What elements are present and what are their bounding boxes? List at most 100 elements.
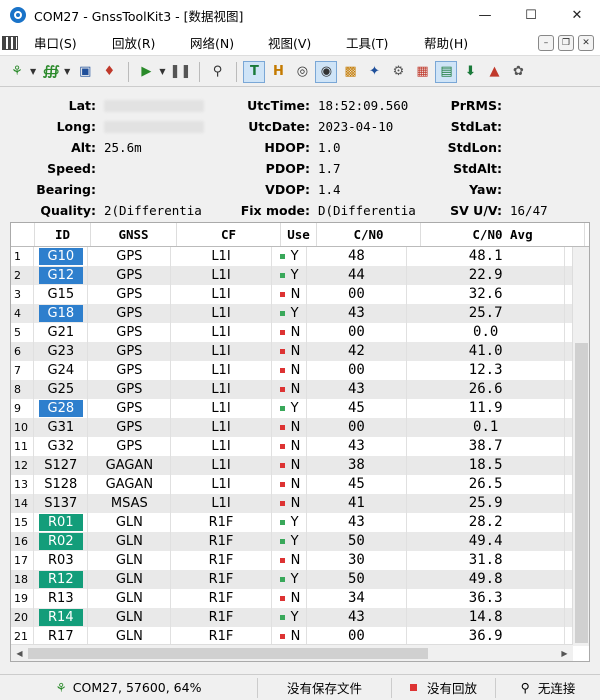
use-cell: Y	[272, 304, 307, 323]
utcdate-label: UtcDate:	[248, 119, 310, 134]
utcdate-value: 2023-04-10	[318, 119, 394, 134]
mdi-restore-button[interactable]: ❐	[558, 34, 574, 51]
horizontal-scrollbar[interactable]: ◀ ▶	[11, 644, 573, 661]
table-row[interactable]: 11 G32 GPS L1I N 43 38.7	[11, 437, 574, 456]
table-header: ID GNSS CF Use C/N0 C/N0 Avg	[11, 223, 589, 247]
document-icon[interactable]	[2, 35, 18, 50]
hex-view-icon[interactable]: H	[267, 61, 289, 83]
pause-icon[interactable]: ❚❚	[169, 61, 192, 83]
table-row[interactable]: 18 R12 GLN R1F Y 50 49.8	[11, 570, 574, 589]
info-panel: Lat: Long: Alt: 25.6m Speed: Bearing: Qu…	[0, 88, 600, 222]
vertical-scrollbar[interactable]	[572, 247, 589, 646]
cn0-cell: 41	[307, 494, 408, 513]
scroll-left-icon[interactable]: ◀	[11, 645, 28, 661]
header-cf[interactable]: CF	[177, 223, 281, 246]
header-cn0[interactable]: C/N0	[317, 223, 421, 246]
cn0-avg-cell: 11.9	[407, 399, 566, 418]
table-row[interactable]: 16 R02 GLN R1F Y 50 49.4	[11, 532, 574, 551]
table-row[interactable]: 8 G25 GPS L1I N 43 26.6	[11, 380, 574, 399]
table-row[interactable]: 12 S127 GAGAN L1I N 38 18.5	[11, 456, 574, 475]
cn0-avg-cell: 41.0	[407, 342, 566, 361]
connect-dropdown-icon[interactable]: ▼	[30, 67, 36, 76]
row-index: 8	[11, 380, 35, 399]
table-row[interactable]: 4 G18 GPS L1I Y 43 25.7	[11, 304, 574, 323]
vertical-scroll-thumb[interactable]	[575, 343, 588, 643]
table-row[interactable]: 5 G21 GPS L1I N 00 0.0	[11, 323, 574, 342]
grid-icon[interactable]: ▤	[435, 60, 458, 83]
menu-tools[interactable]: 工具(T)	[346, 33, 424, 52]
cn0-avg-cell: 25.9	[407, 494, 566, 513]
table-row[interactable]: 7 G24 GPS L1I N 00 12.3	[11, 361, 574, 380]
download-icon[interactable]: ⬇	[459, 61, 481, 83]
use-cell: N	[272, 589, 307, 608]
table-row[interactable]: 19 R13 GLN R1F N 34 36.3	[11, 589, 574, 608]
gnss-cell: GPS	[88, 304, 172, 323]
minimize-button[interactable]: —	[462, 0, 508, 30]
lat-redacted	[104, 100, 204, 112]
gear-icon[interactable]: ⚙	[387, 61, 409, 83]
bearing-label: Bearing:	[36, 182, 96, 197]
quality-label: Quality:	[40, 203, 96, 218]
row-index: 11	[11, 437, 35, 456]
status-port-text: COM27, 57600, 64%	[72, 680, 202, 695]
signal-icon[interactable]: ∰	[40, 61, 62, 83]
table-row[interactable]: 6 G23 GPS L1I N 42 41.0	[11, 342, 574, 361]
mdi-close-button[interactable]: ✕	[578, 34, 594, 51]
play-icon[interactable]: ▶	[135, 61, 157, 83]
satellite-id-cell: R02	[34, 532, 89, 551]
gnss-cell: GPS	[88, 323, 172, 342]
satellite-icon[interactable]: ✦	[363, 61, 385, 83]
table-row[interactable]: 20 R14 GLN R1F Y 43 14.8	[11, 608, 574, 627]
arrow-icon[interactable]: ▲	[483, 61, 505, 83]
menu-serial[interactable]: 串口(S)	[34, 33, 112, 52]
gnss-cell: GPS	[88, 285, 172, 304]
satellite-id: G18	[38, 305, 83, 322]
header-extra[interactable]	[585, 223, 589, 246]
header-gnss[interactable]: GNSS	[91, 223, 177, 246]
tag-icon[interactable]: ♦	[98, 61, 120, 83]
connect-icon[interactable]: ⚘	[6, 61, 28, 83]
text-view-icon[interactable]: T	[243, 60, 266, 83]
target-icon[interactable]: ◎	[291, 61, 313, 83]
table-row[interactable]: 14 S137 MSAS L1I N 41 25.9	[11, 494, 574, 513]
use-cell: N	[272, 380, 307, 399]
bar-chart-icon[interactable]: ▩	[339, 61, 361, 83]
table-row[interactable]: 9 G28 GPS L1I Y 45 11.9	[11, 399, 574, 418]
menu-help[interactable]: 帮助(H)	[424, 33, 502, 52]
table-row[interactable]: 3 G15 GPS L1I N 00 32.6	[11, 285, 574, 304]
close-button[interactable]: ✕	[554, 0, 600, 30]
table-row[interactable]: 1 G10 GPS L1I Y 48 48.1	[11, 247, 574, 266]
title-bar[interactable]: COM27 - GnssToolKit3 - [数据视图] — ☐ ✕	[0, 0, 600, 30]
maximize-button[interactable]: ☐	[508, 0, 554, 30]
play-dropdown-icon[interactable]: ▼	[159, 67, 165, 76]
header-cn0-avg[interactable]: C/N0 Avg	[421, 223, 585, 246]
compass-icon[interactable]: ◉	[315, 60, 338, 83]
table-icon[interactable]: ▦	[411, 61, 433, 83]
gnss-cell: GPS	[88, 418, 172, 437]
row-index: 13	[11, 475, 35, 494]
menu-view[interactable]: 视图(V)	[268, 33, 346, 52]
horizontal-scroll-thumb[interactable]	[28, 648, 428, 659]
mdi-minimize-button[interactable]: –	[538, 34, 554, 51]
table-row[interactable]: 15 R01 GLN R1F Y 43 28.2	[11, 513, 574, 532]
table-row[interactable]: 2 G12 GPS L1I Y 44 22.9	[11, 266, 574, 285]
satellite-id-cell: G21	[34, 323, 89, 342]
header-use[interactable]: Use	[281, 223, 317, 246]
table-row[interactable]: 17 R03 GLN R1F N 30 31.8	[11, 551, 574, 570]
table-row[interactable]: 13 S128 GAGAN L1I N 45 26.5	[11, 475, 574, 494]
menu-playback[interactable]: 回放(R)	[112, 33, 190, 52]
cf-cell: L1I	[171, 456, 272, 475]
table-row[interactable]: 10 G31 GPS L1I N 00 0.1	[11, 418, 574, 437]
use-status-icon	[279, 482, 285, 487]
hdop-label: HDOP:	[264, 140, 310, 155]
signal-dropdown-icon[interactable]: ▼	[64, 67, 70, 76]
header-index[interactable]	[11, 223, 35, 246]
bird-icon[interactable]: ✿	[507, 61, 529, 83]
header-id[interactable]: ID	[35, 223, 91, 246]
menu-network[interactable]: 网络(N)	[190, 33, 268, 52]
save-icon[interactable]: ▣	[74, 61, 96, 83]
scroll-right-icon[interactable]: ▶	[556, 645, 573, 661]
satellite-table[interactable]: ID GNSS CF Use C/N0 C/N0 Avg 1 G10 GPS L1I Y…	[10, 222, 590, 662]
satellite-id: R12	[38, 571, 83, 588]
gps-icon[interactable]: ⚲	[206, 61, 228, 83]
